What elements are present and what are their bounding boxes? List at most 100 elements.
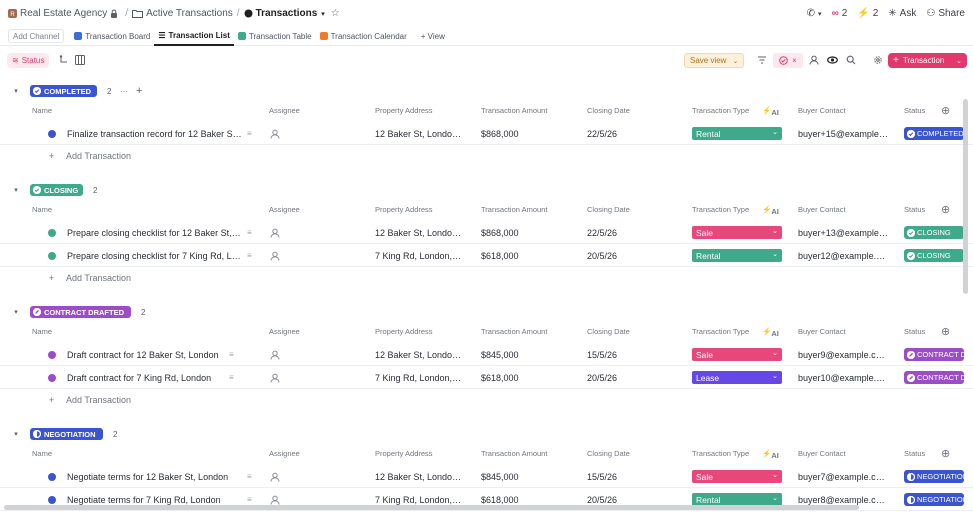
task-status-dot[interactable] [48,473,56,481]
breadcrumb-folder[interactable]: Active Transactions [132,8,233,19]
column-header-status[interactable]: Status [904,205,925,214]
column-header-assignee[interactable]: Assignee [269,449,300,458]
column-header-amount[interactable]: Transaction Amount [481,327,547,336]
collapse-caret-icon[interactable]: ▾ [12,308,20,316]
search-icon[interactable] [845,54,857,66]
collapse-caret-icon[interactable]: ▾ [12,186,20,194]
add-transaction-row[interactable]: + Add Transaction [0,390,973,412]
status-pill[interactable]: CONTRACT DRAFTED [904,348,964,361]
column-header-name[interactable]: Name [32,449,52,458]
cell-closing[interactable]: 20/5/26 [587,251,667,261]
cell-address[interactable]: 7 King Rd, London, UK [375,251,463,261]
group-more-icon[interactable]: ··· [120,87,128,96]
column-header-assignee[interactable]: Assignee [269,327,300,336]
add-column-icon[interactable]: ⊕ [941,325,950,338]
status-pill[interactable]: CLOSING [904,249,964,262]
task-name[interactable]: Negotiate terms for 7 King Rd, London [67,495,237,505]
assignee-placeholder-icon[interactable] [270,472,280,482]
column-header-closing[interactable]: Closing Date [587,205,630,214]
group-status-badge[interactable]: CLOSING [30,184,83,196]
table-row[interactable]: Draft contract for 12 Baker St, London ≡ 1… [0,344,973,366]
cell-closing[interactable]: 15/5/26 [587,472,667,482]
table-row[interactable]: Prepare closing checklist for 12 Baker S… [0,222,973,244]
task-name[interactable]: Draft contract for 12 Baker St, London [67,350,232,360]
cell-closing[interactable]: 20/5/26 [587,373,667,383]
cell-amount[interactable]: $618,000 [481,373,571,383]
ai-field-tag[interactable]: ⚡ AI [762,449,779,460]
table-row[interactable]: Finalize transaction record for 12 Baker… [0,123,973,145]
column-header-type[interactable]: Transaction Type [692,449,749,458]
save-view-button[interactable]: Save view ⌄ [684,53,745,68]
columns-icon[interactable] [74,54,86,66]
cell-address[interactable]: 12 Baker St, London, UK [375,228,463,238]
column-header-type[interactable]: Transaction Type [692,106,749,115]
column-header-assignee[interactable]: Assignee [269,106,300,115]
cell-buyer[interactable]: buyer12@example.com [798,251,888,261]
task-name[interactable]: Prepare closing checklist for 7 King Rd,… [67,251,242,261]
task-status-dot[interactable] [48,252,56,260]
settings-gear-icon[interactable] [872,54,884,66]
cell-amount[interactable]: $618,000 [481,251,571,261]
status-pill[interactable]: CLOSING [904,226,964,239]
column-header-buyer[interactable]: Buyer Contact [798,327,846,336]
column-header-status[interactable]: Status [904,106,925,115]
subtasks-icon[interactable] [58,54,70,66]
column-header-address[interactable]: Property Address [375,106,433,115]
add-column-icon[interactable]: ⊕ [941,104,950,117]
cell-buyer[interactable]: buyer8@example.com [798,495,888,505]
column-header-closing[interactable]: Closing Date [587,327,630,336]
cell-address[interactable]: 12 Baker St, London, UK [375,350,463,360]
transaction-type-select[interactable]: Rental ⌄ [692,127,782,140]
status-pill[interactable]: NEGOTIATION [904,470,964,483]
column-header-status[interactable]: Status [904,327,925,336]
cell-closing[interactable]: 22/5/26 [587,228,667,238]
transaction-type-select[interactable]: Sale ⌄ [692,226,782,239]
column-header-name[interactable]: Name [32,205,52,214]
ai-field-tag[interactable]: ⚡ AI [762,205,779,216]
table-row[interactable]: Negotiate terms for 12 Baker St, London ≡… [0,466,973,488]
task-name[interactable]: Negotiate terms for 12 Baker St, London [67,472,242,482]
assignee-placeholder-icon[interactable] [270,228,280,238]
column-header-assignee[interactable]: Assignee [269,205,300,214]
table-row[interactable]: Prepare closing checklist for 7 King Rd,… [0,245,973,267]
task-name[interactable]: Draft contract for 7 King Rd, London [67,373,227,383]
cell-buyer[interactable]: buyer7@example.com [798,472,888,482]
cell-address[interactable]: 12 Baker St, London, UK [375,129,463,139]
task-status-dot[interactable] [48,351,56,359]
status-pill[interactable]: CONTRACT DRAFTED [904,371,964,384]
status-pill[interactable]: NEGOTIATION [904,493,964,506]
column-header-address[interactable]: Property Address [375,205,433,214]
add-view-button[interactable]: + View [417,27,449,46]
add-channel-button[interactable]: Add Channel [8,29,65,43]
tab-transaction-board[interactable]: Transaction Board [70,27,154,46]
column-header-closing[interactable]: Closing Date [587,449,630,458]
column-header-name[interactable]: Name [32,106,52,115]
add-column-icon[interactable]: ⊕ [941,203,950,216]
column-header-buyer[interactable]: Buyer Contact [798,106,846,115]
column-header-status[interactable]: Status [904,449,925,458]
collapse-caret-icon[interactable]: ▾ [12,430,20,438]
group-status-badge[interactable]: COMPLETED [30,85,97,97]
task-name[interactable]: Prepare closing checklist for 12 Baker S… [67,228,242,238]
assignee-placeholder-icon[interactable] [270,495,280,505]
cell-closing[interactable]: 20/5/26 [587,495,667,505]
horizontal-scrollbar[interactable] [4,505,859,510]
ai-field-tag[interactable]: ⚡ AI [762,106,779,117]
group-by-status-button[interactable]: ≋ Status [7,53,50,68]
task-name[interactable]: Finalize transaction record for 12 Baker… [67,129,242,139]
status-pill[interactable]: COMPLETED [904,127,964,140]
share-button[interactable]: ⚇ Share [926,8,965,19]
assignee-filter-icon[interactable] [808,54,820,66]
me-mode-filter[interactable]: × [773,53,803,68]
add-transaction-row[interactable]: + Add Transaction [0,268,973,290]
cell-address[interactable]: 7 King Rd, London, UK [375,495,463,505]
cell-closing[interactable]: 15/5/26 [587,350,667,360]
chevron-down-icon[interactable]: ⌄ [956,57,962,65]
cell-amount[interactable]: $845,000 [481,472,571,482]
hide-closed-icon[interactable] [826,54,838,66]
add-column-icon[interactable]: ⊕ [941,447,950,460]
column-header-amount[interactable]: Transaction Amount [481,205,547,214]
group-status-badge[interactable]: NEGOTIATION [30,428,103,440]
column-header-name[interactable]: Name [32,327,52,336]
group-status-badge[interactable]: CONTRACT DRAFTED [30,306,131,318]
